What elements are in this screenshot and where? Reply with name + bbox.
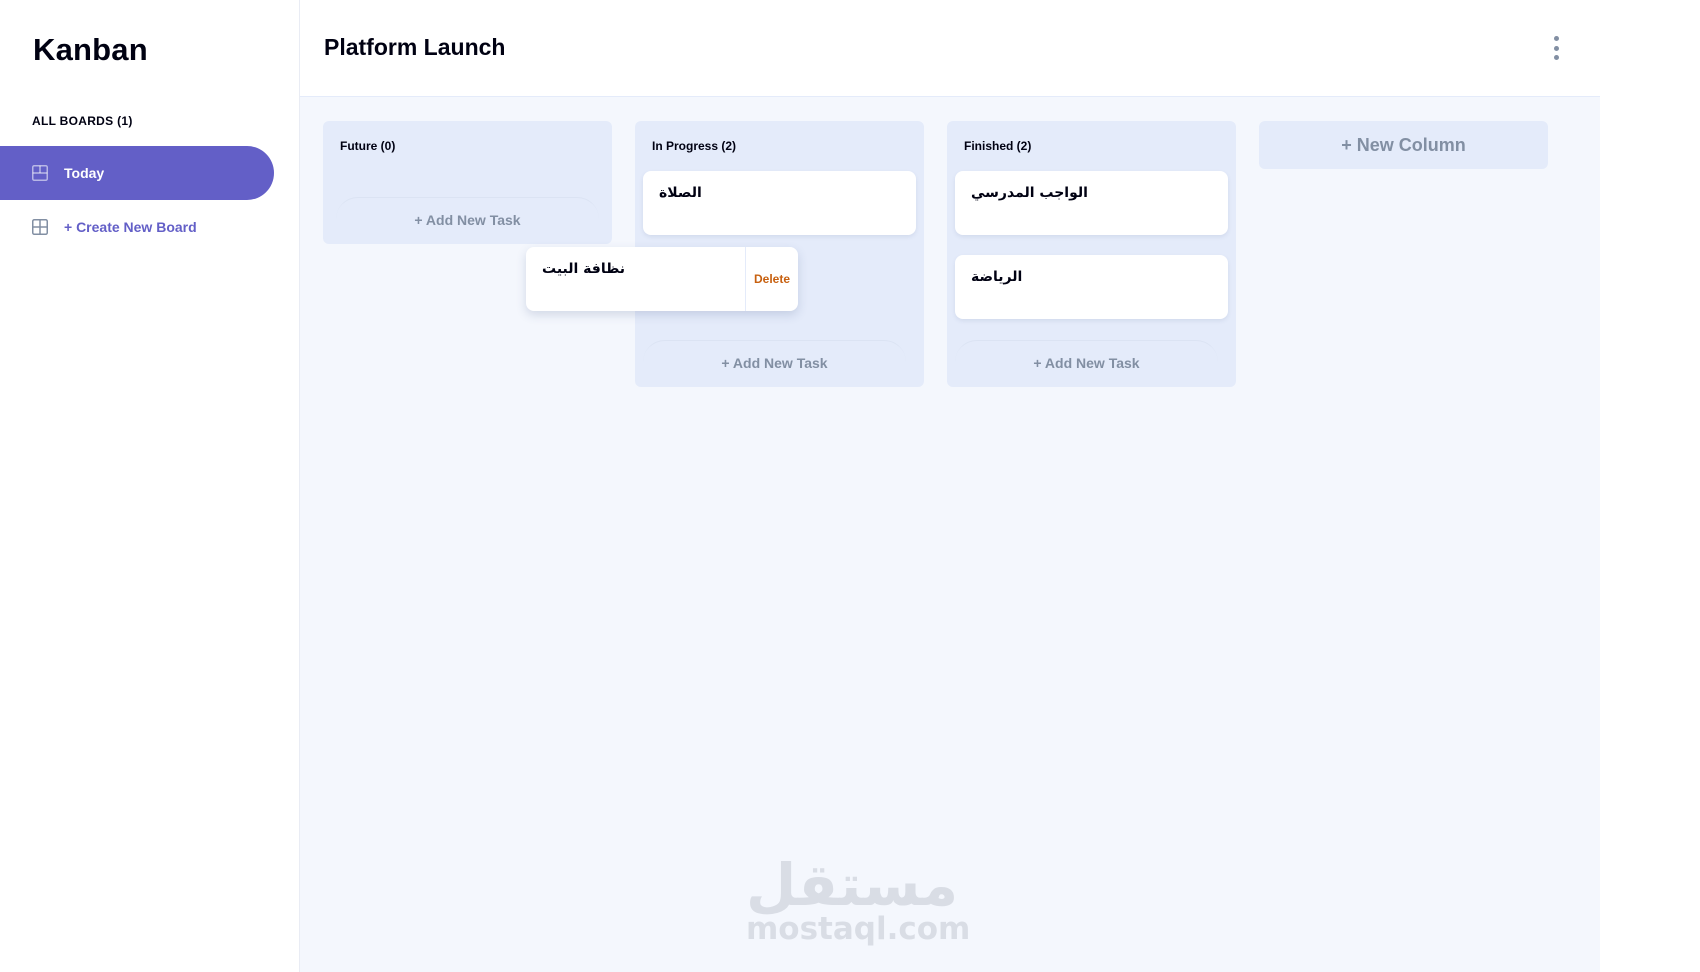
right-margin — [1600, 0, 1700, 972]
board-icon — [32, 219, 48, 235]
app-logo: Kanban — [33, 32, 148, 67]
task-title: الصلاة — [659, 185, 702, 201]
watermark-arabic: مستقل — [746, 851, 959, 919]
sidebar: Kanban ALL BOARDS (1) Today + Create New… — [0, 0, 300, 972]
column-title: Finished (2) — [964, 139, 1032, 153]
task-card[interactable]: الرياضة — [955, 255, 1228, 319]
column-title: Future (0) — [340, 139, 396, 153]
create-board-label: + Create New Board — [64, 219, 197, 235]
delete-task-button[interactable]: Delete — [745, 247, 798, 311]
dragged-task-card[interactable]: نظافة البيت Delete — [526, 247, 798, 311]
column-finished: Finished (2) الواجب المدرسي الرياضة + Ad… — [947, 121, 1236, 387]
new-column-button[interactable]: + New Column — [1259, 121, 1548, 169]
task-title: الواجب المدرسي — [971, 185, 1088, 201]
column-future: Future (0) + Add New Task — [323, 121, 612, 244]
watermark-logo: مستقل mostaql.com — [746, 851, 971, 947]
top-header: Platform Launch — [300, 0, 1600, 97]
watermark-latin: mostaql.com — [746, 911, 971, 947]
task-card[interactable]: الواجب المدرسي — [955, 171, 1228, 235]
task-title: نظافة البيت — [542, 261, 625, 277]
page-title: Platform Launch — [324, 34, 506, 60]
add-task-button[interactable]: + Add New Task — [336, 197, 599, 241]
board-icon — [32, 165, 48, 181]
sidebar-item-label: Today — [64, 165, 105, 181]
sidebar-item-today[interactable]: Today — [0, 146, 274, 200]
create-board-button[interactable]: + Create New Board — [0, 200, 274, 254]
more-options-icon[interactable] — [1550, 36, 1562, 60]
add-task-button[interactable]: + Add New Task — [643, 340, 906, 384]
task-title: الرياضة — [971, 269, 1023, 285]
add-task-button[interactable]: + Add New Task — [955, 340, 1218, 384]
board-area: Platform Launch Future (0) + Add New Tas… — [300, 0, 1600, 972]
task-card[interactable]: الصلاة — [643, 171, 916, 235]
column-title: In Progress (2) — [652, 139, 737, 153]
boards-heading: ALL BOARDS (1) — [32, 114, 133, 128]
